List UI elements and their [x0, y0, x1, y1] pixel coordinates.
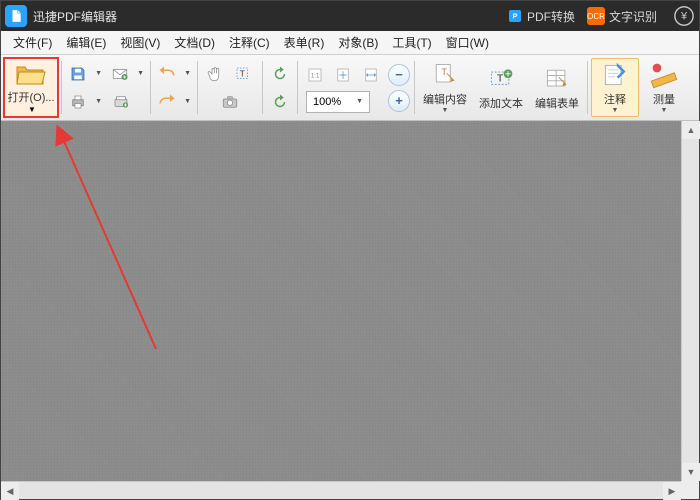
text-select-button[interactable]: T: [230, 62, 256, 86]
menu-view[interactable]: 视图(V): [114, 32, 166, 53]
currency-icon: ¥: [673, 5, 695, 27]
print-button[interactable]: ▼: [66, 90, 104, 114]
scroll-left-icon[interactable]: ◀: [1, 482, 19, 500]
menu-file[interactable]: 文件(F): [7, 32, 58, 53]
chevron-down-icon: ▼: [661, 107, 668, 114]
minus-icon: −: [395, 67, 403, 82]
svg-text:¥: ¥: [680, 11, 688, 23]
email-icon: [111, 65, 129, 83]
ocr-button[interactable]: OCR 文字识别: [587, 7, 657, 25]
vertical-scrollbar[interactable]: ▲ ▼: [681, 121, 699, 481]
edit-content-icon: T: [431, 61, 459, 89]
print-icon: [69, 93, 87, 111]
undo-icon: [158, 65, 176, 83]
fit-page-icon: [334, 66, 352, 84]
ocr-icon: OCR: [587, 7, 605, 25]
open-label: 打开(O)...: [7, 89, 54, 105]
rotate-ccw-icon: [271, 65, 289, 83]
camera-icon: [221, 93, 239, 111]
app-title: 迅捷PDF编辑器: [33, 8, 117, 25]
svg-text:1:1: 1:1: [311, 73, 320, 79]
redo-button[interactable]: ▼: [155, 90, 193, 114]
snapshot-button[interactable]: [202, 90, 258, 114]
pdf-convert-label: PDF转换: [527, 8, 575, 25]
measure-icon: [650, 61, 678, 89]
pdf-convert-icon: P: [507, 8, 523, 24]
edit-forms-button[interactable]: 编辑表单: [529, 55, 585, 120]
text-select-icon: T: [234, 65, 252, 83]
scrollbar-corner: [681, 481, 699, 499]
rotate-ccw-button[interactable]: [267, 62, 293, 86]
open-dropdown-icon: ▼: [28, 105, 36, 114]
scroll-right-icon[interactable]: ▶: [663, 482, 681, 500]
add-text-label: 添加文本: [479, 95, 523, 111]
edit-content-label: 编辑内容: [423, 91, 467, 107]
svg-text:P: P: [513, 12, 518, 21]
fit-width-button[interactable]: [358, 63, 384, 87]
scroll-down-icon[interactable]: ▼: [682, 463, 700, 481]
redo-icon: [158, 93, 176, 111]
zoom-dropdown-icon: ▼: [356, 98, 363, 105]
svg-text:T: T: [240, 69, 245, 78]
zoom-value: 100%: [313, 96, 341, 108]
menu-document[interactable]: 文档(D): [168, 32, 221, 53]
annotate-button[interactable]: 注释 ▼: [591, 58, 639, 117]
fit-page-button[interactable]: [330, 63, 356, 87]
menubar: 文件(F) 编辑(E) 视图(V) 文档(D) 注释(C) 表单(R) 对象(B…: [1, 31, 699, 55]
add-text-button[interactable]: T 添加文本: [473, 55, 529, 120]
annotate-icon: [601, 61, 629, 89]
edit-forms-icon: [543, 65, 571, 93]
svg-text:T: T: [497, 72, 504, 84]
rotate-cw-button[interactable]: [267, 90, 293, 114]
chevron-down-icon: ▼: [612, 107, 619, 114]
menu-window[interactable]: 窗口(W): [440, 32, 495, 53]
menu-comments[interactable]: 注释(C): [223, 32, 276, 53]
document-canvas[interactable]: [1, 121, 699, 499]
folder-open-icon: [15, 63, 47, 87]
menu-objects[interactable]: 对象(B): [332, 32, 384, 53]
titlebar: 迅捷PDF编辑器 P PDF转换 OCR 文字识别 ¥: [1, 1, 699, 31]
currency-button[interactable]: ¥: [673, 5, 695, 27]
zoom-out-button[interactable]: −: [388, 64, 410, 86]
measure-label: 测量: [653, 91, 675, 107]
menu-forms[interactable]: 表单(R): [278, 32, 331, 53]
edit-content-button[interactable]: T 编辑内容 ▼: [417, 55, 473, 120]
rotate-cw-icon: [271, 93, 289, 111]
hand-icon: [206, 65, 224, 83]
save-button[interactable]: ▼: [66, 62, 104, 86]
scroll-up-icon[interactable]: ▲: [682, 121, 700, 139]
toolbar: 打开(O)... ▼ ▼ ▼ ▼ ▼ ▼: [1, 55, 699, 121]
svg-text:T: T: [442, 67, 448, 77]
add-text-icon: T: [487, 65, 515, 93]
scan-icon: [112, 93, 130, 111]
ocr-label: 文字识别: [609, 8, 657, 25]
measure-button[interactable]: 测量 ▼: [640, 55, 688, 120]
annotate-label: 注释: [604, 91, 626, 107]
edit-forms-label: 编辑表单: [535, 95, 579, 111]
undo-button[interactable]: ▼: [155, 62, 193, 86]
pdf-convert-button[interactable]: P PDF转换: [507, 8, 575, 25]
plus-icon: +: [395, 93, 403, 108]
actual-size-button[interactable]: 1:1: [302, 63, 328, 87]
zoom-in-button[interactable]: +: [388, 90, 410, 112]
horizontal-scrollbar[interactable]: ◀ ▶: [1, 481, 681, 499]
chevron-down-icon: ▼: [442, 107, 449, 114]
menu-edit[interactable]: 编辑(E): [60, 32, 112, 53]
zoom-input[interactable]: 100% ▼: [306, 91, 370, 113]
save-icon: [69, 65, 87, 83]
scan-button[interactable]: [108, 90, 134, 114]
hand-tool-button[interactable]: [202, 62, 228, 86]
app-logo-icon: [5, 5, 27, 27]
email-button[interactable]: ▼: [108, 62, 146, 86]
menu-tools[interactable]: 工具(T): [386, 32, 437, 53]
actual-size-icon: 1:1: [306, 66, 324, 84]
open-button[interactable]: 打开(O)... ▼: [3, 57, 59, 118]
fit-width-icon: [362, 66, 380, 84]
